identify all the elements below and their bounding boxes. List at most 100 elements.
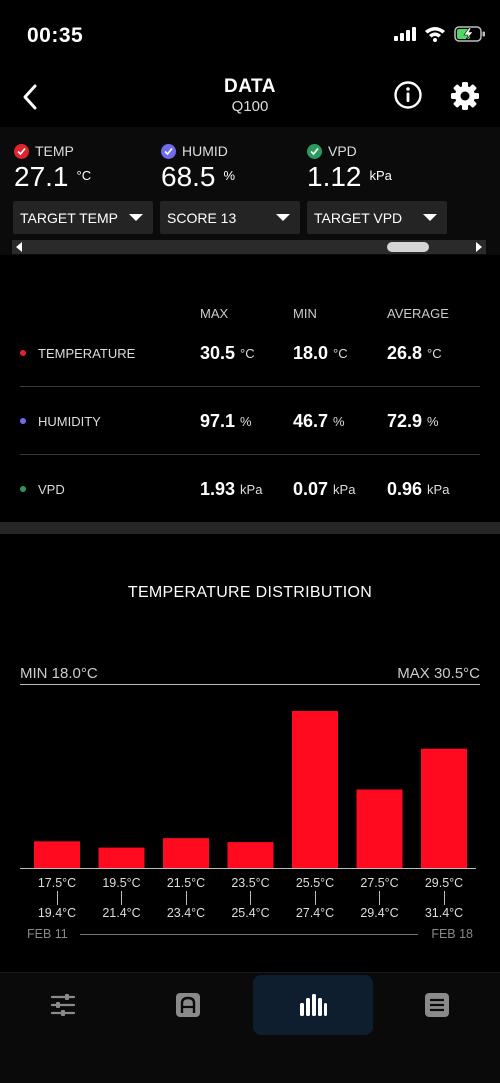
row-name: HUMIDITY	[38, 413, 101, 429]
bin-low-label: 25.5°C	[295, 876, 335, 890]
humid-unit: %	[223, 168, 236, 183]
humid-reading: HUMID 68.5%	[161, 143, 235, 193]
nav-header: DATA Q100	[0, 70, 500, 126]
settings-button[interactable]	[449, 80, 481, 112]
temp-unit: °C	[76, 168, 92, 183]
temp-label: TEMP	[35, 143, 74, 159]
device-icon	[176, 993, 200, 1017]
date-start: FEB 11	[27, 927, 68, 941]
vpd-reading: VPD 1.12 kPa	[307, 143, 392, 193]
row-name: VPD	[38, 481, 65, 497]
bin-low-label: 29.5°C	[424, 876, 464, 890]
histogram-bar	[34, 841, 80, 868]
info-icon	[394, 81, 422, 109]
unit: kPa	[427, 481, 450, 497]
histogram-bar	[421, 748, 467, 868]
scroll-thumb[interactable]	[386, 242, 429, 252]
bin-low-label: 27.5°C	[360, 876, 399, 890]
sliders-icon	[50, 994, 76, 1016]
list-icon	[425, 993, 449, 1017]
temp-reading: TEMP 27.1 °C	[14, 143, 91, 193]
status-icons	[394, 26, 486, 42]
histogram-bar	[227, 842, 274, 868]
bar-chart-icon	[300, 994, 327, 1016]
scroll-right-icon[interactable]	[476, 242, 482, 252]
stats-row-humidity: HUMIDITY 97.1% 46.7% 72.9%	[20, 387, 480, 455]
tab-device[interactable]	[128, 975, 248, 1035]
cellular-signal-icon	[394, 27, 416, 41]
unit: °C	[427, 345, 442, 361]
info-button[interactable]	[393, 80, 423, 110]
bin-low-label: 23.5°C	[231, 876, 270, 890]
dropdown-label: SCORE 13	[167, 209, 237, 226]
temperature-distribution: TEMPERATURE DISTRIBUTION MIN 18.0°C MAX …	[0, 534, 500, 972]
vpd-max: 1.93	[200, 478, 236, 499]
target-vpd-dropdown[interactable]: TARGET VPD	[307, 201, 447, 234]
temp-min: 18.0	[293, 342, 329, 363]
date-end: FEB 18	[431, 927, 473, 941]
bin-label: 29.5°C 31.4°C	[414, 876, 474, 920]
gear-icon	[451, 82, 479, 110]
bin-low-label: 19.5°C	[102, 876, 141, 890]
tab-log[interactable]	[377, 975, 497, 1035]
stats-table: MAX MIN AVERAGE TEMPERATURE 30.5 °C 18.0 °…	[0, 255, 500, 525]
row-name: TEMPERATURE	[38, 345, 136, 361]
histogram-bar	[292, 711, 338, 868]
bin-high-label: 25.4°C	[231, 906, 270, 920]
bin-high-label: 21.4°C	[102, 906, 141, 920]
bin-high-label: 29.4°C	[360, 906, 399, 920]
bin-tick	[379, 891, 380, 905]
bin-high-label: 19.4°C	[37, 906, 77, 920]
vpd-value: 1.12	[307, 161, 362, 192]
bin-low-label: 21.5°C	[166, 876, 206, 890]
section-separator	[0, 522, 500, 534]
unit: kPa	[333, 481, 356, 497]
humid-label: HUMID	[182, 143, 228, 159]
dot-icon	[20, 486, 26, 492]
status-bar: 00:35	[0, 0, 500, 70]
bin-label: 21.5°C 23.4°C	[156, 876, 216, 920]
vpd-label: VPD	[328, 143, 357, 159]
bin-tick	[185, 891, 187, 905]
bin-high-label: 23.4°C	[166, 906, 206, 920]
bin-high-label: 27.4°C	[295, 906, 335, 920]
scroll-left-icon[interactable]	[16, 242, 22, 252]
unit: %	[240, 413, 252, 429]
check-icon	[307, 143, 322, 159]
horizontal-scrollbar[interactable]	[12, 240, 486, 254]
histogram-bar	[356, 789, 403, 868]
temp-value: 27.1	[14, 161, 69, 192]
vpd-min: 0.07	[293, 478, 329, 499]
temp-avg: 26.8	[387, 342, 423, 363]
humid-value: 68.5	[161, 161, 216, 192]
vpd-avg: 0.96	[387, 478, 423, 499]
page-title: DATA	[224, 76, 276, 97]
humid-min: 46.7	[293, 410, 329, 431]
bin-high-label: 31.4°C	[424, 906, 464, 920]
page-subtitle: Q100	[231, 98, 269, 115]
status-time: 00:35	[27, 24, 84, 47]
stats-row-temperature: TEMPERATURE 30.5 °C 18.0 °C 26.8 °C	[20, 319, 480, 387]
bin-label: 17.5°C 19.4°C	[27, 876, 87, 920]
stats-row-vpd: VPD 1.93 kPa 0.07 kPa 0.96 kPa	[20, 455, 480, 523]
bin-label: 25.5°C 27.4°C	[285, 876, 345, 920]
check-icon	[161, 143, 176, 159]
unit: %	[333, 413, 345, 429]
dropdown-label: TARGET TEMP	[20, 209, 119, 226]
dropdown-label: TARGET VPD	[314, 209, 403, 226]
tab-controls[interactable]	[3, 975, 123, 1035]
bin-tick	[250, 891, 251, 905]
vpd-unit: kPa	[369, 168, 392, 183]
bin-label: 23.5°C 25.4°C	[221, 876, 281, 920]
score-dropdown[interactable]: SCORE 13	[160, 201, 300, 234]
bin-tick	[314, 891, 316, 905]
humid-max: 97.1	[200, 410, 236, 431]
tab-data[interactable]	[253, 975, 373, 1035]
triangle-down-icon	[129, 214, 143, 221]
unit: °C	[240, 345, 255, 361]
triangle-down-icon	[276, 214, 290, 221]
target-temp-dropdown[interactable]: TARGET TEMP	[13, 201, 153, 234]
unit: kPa	[240, 481, 263, 497]
humid-avg: 72.9	[387, 410, 423, 431]
unit: %	[427, 413, 439, 429]
